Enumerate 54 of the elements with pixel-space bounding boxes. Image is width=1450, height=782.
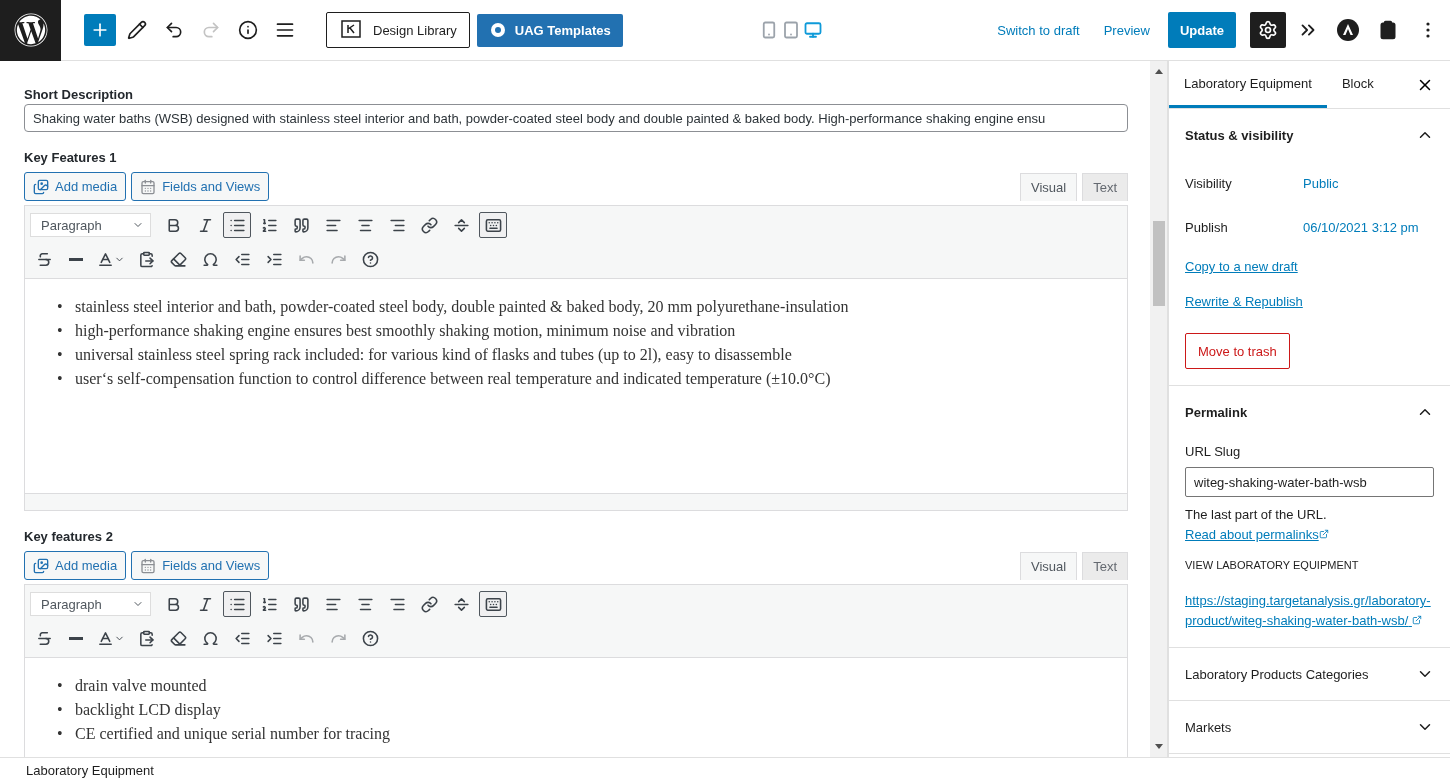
bullet: • [57,369,64,389]
setting-label: Publish [1185,219,1229,235]
list-item: stainless steel interior and bath, powder-coated steel body, double painted & baked body, 20 mm polyurethane-insulation [75,297,849,318]
fields-views-button[interactable]: Fields and Views [131,551,270,580]
setting-label: Visibility [1185,175,1233,191]
rich-text-editor[interactable]: Paragraph • drain valve mounted • backlight LCD display • CE certified and unique serial number for tracing [24,584,1128,757]
setting-value-link[interactable]: Public [1303,175,1339,191]
url-slug-field[interactable]: witeg-shaking-water-bath-wsb [1185,467,1434,497]
action-link[interactable]: Copy to a new draft [1185,259,1298,274]
templates-button[interactable]: UAG Templates [476,13,623,47]
sidebar-tab[interactable]: Laboratory Equipment [1169,61,1327,108]
add-media-button[interactable]: Add media [24,551,127,580]
editor-tab[interactable]: Visual [1019,552,1078,580]
action-link[interactable]: Rewrite & Republish [1185,294,1303,309]
sidebar-tab[interactable]: Block [1326,61,1389,108]
bullet: • [57,700,64,720]
setting-value-link[interactable]: 06/10/2021 3:12 pm [1303,219,1419,235]
list-item: drain valve mounted [75,676,207,696]
panel-header[interactable]: Status & visibility [1169,109,1450,161]
bullet: • [57,321,64,341]
panel-header[interactable]: Markets [1169,701,1450,753]
add-media-button[interactable]: Add media [24,172,127,201]
fields-views-button[interactable]: Fields and Views [131,172,270,201]
section-heading: VIEW LABORATORY EQUIPMENT [1185,559,1360,571]
list-item: high-performance shaking engine ensures best smoothly shaking motion, minimum noise and vibration [75,321,736,342]
editor-tab[interactable]: Text [1082,173,1128,201]
permalinks-link[interactable]: Read about permalinks [1185,527,1329,542]
help-text: The last part of the URL. Read about permalinks [1185,506,1330,544]
editor-tab[interactable]: Visual [1019,173,1078,201]
panel-header[interactable]: Permalink [1169,386,1450,438]
list-item: user‘s self-compensation function to control difference between real temperature and indicated temperature (±10.0°C) [75,369,831,390]
editor-tab[interactable]: Text [1082,552,1128,580]
update-button[interactable]: Update [1167,12,1236,48]
panel-header[interactable]: Laboratory Products Categories [1169,648,1450,700]
move-to-trash-button[interactable]: Move to trash [1185,333,1290,369]
field-label: URL Slug [1185,444,1242,459]
field-label: Key Features 1 [24,150,118,165]
design-library-button[interactable]: Design Library [326,12,470,48]
bullet: • [57,345,64,365]
bullet: • [57,724,64,744]
switch-to-draft-link[interactable]: Switch to draft [997,22,1080,38]
format-select[interactable]: Paragraph [30,213,151,237]
bullet: • [57,297,64,317]
preview-link[interactable]: Preview [1103,22,1150,38]
format-select[interactable]: Paragraph [30,592,151,616]
permalink-url-link[interactable]: https://staging.targetanalysis.gr/laboratory-product/witeg-shaking-water-bath-wsb/ [1185,591,1434,631]
field-label: Key features 2 [24,529,114,544]
bullet: • [57,676,64,696]
list-item: universal stainless steel spring rack included: for various kind of flasks and tubes (up to 2l), easy to disassemble [75,345,792,366]
list-item: backlight LCD display [75,700,221,721]
short-description-field[interactable]: Shaking water baths (WSB) designed with stainless steel interior and bath, powder-coated steel body and double painted & baked body. High-performance shaking engine ensu [24,104,1128,132]
list-item: CE certified and unique serial number for tracing [75,724,390,745]
breadcrumb[interactable]: Laboratory Equipment [26,762,154,778]
field-label: Short Description [24,87,135,102]
